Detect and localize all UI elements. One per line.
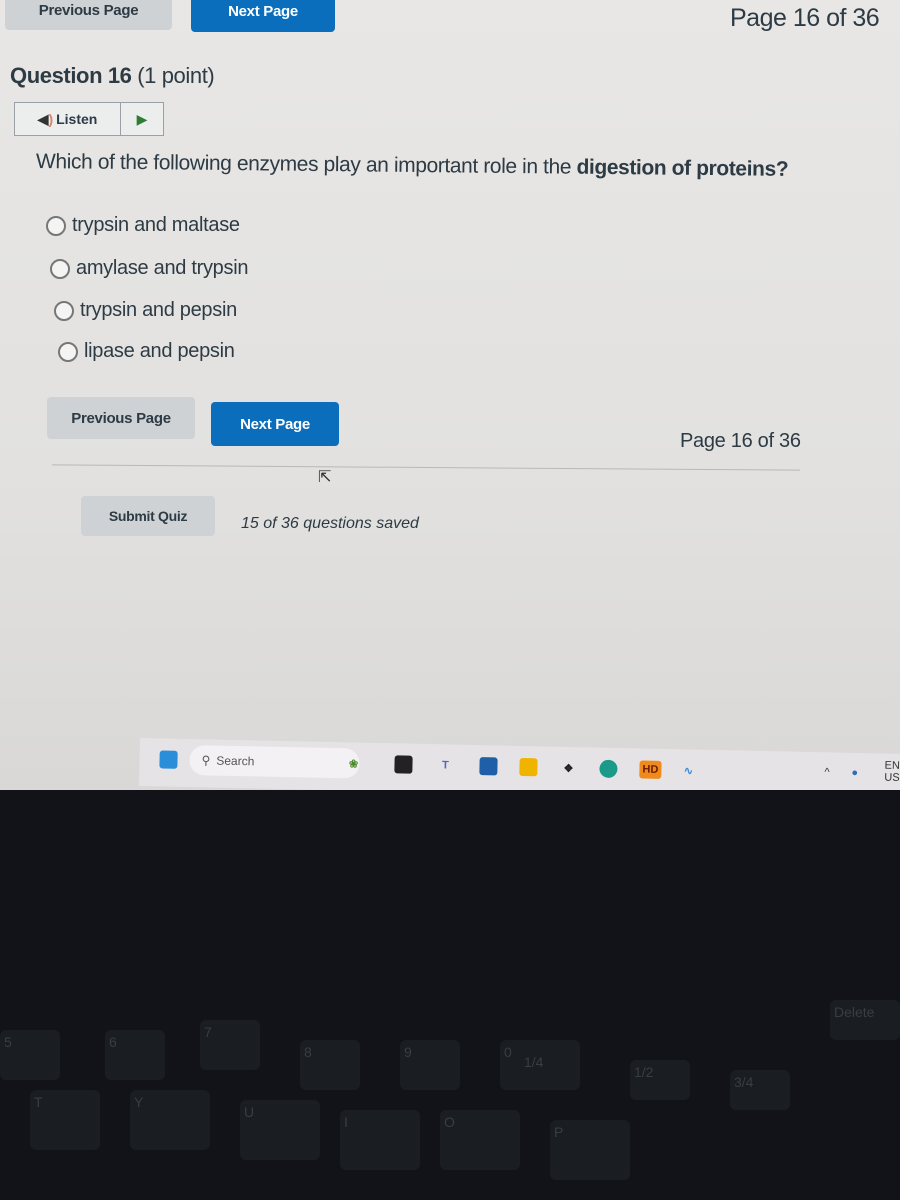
answer-option-label: trypsin and maltase [72,214,240,236]
question-text: Which of the following enzymes play an i… [36,150,788,182]
taskbar: ⚲ Search ❀ T ❖ HD ∿ ^ ● EN US [138,738,900,790]
question-text-bold: digestion of proteins? [576,155,789,181]
network-icon[interactable]: ● [851,767,858,779]
keyboard-key: T [30,1090,100,1150]
keyboard-key: 8 [300,1040,360,1090]
laptop-keyboard: 5 6 7 8 9 0 T Y U I O P 1/4 1/2 3/4 Dele… [0,790,900,1200]
plant-widget-icon[interactable]: ❀ [344,754,362,772]
play-icon: ▶ [136,110,148,127]
language-top: EN [884,759,900,772]
listen-control: ◀) Listen ▶ [14,102,164,136]
tray-chevron-icon[interactable]: ^ [824,766,829,778]
keyboard-key: 7 [200,1020,260,1070]
keyboard-key: 5 [0,1030,60,1080]
answer-option[interactable]: amylase and trypsin [50,257,248,280]
answer-option-label: amylase and trypsin [76,257,249,279]
store-icon[interactable] [479,757,498,776]
mouse-cursor-icon: ⇱ [318,469,332,486]
radio-button[interactable] [50,258,70,279]
answer-option[interactable]: lipase and pepsin [58,340,235,363]
keyboard-key: O [440,1110,520,1170]
answer-option-label: lipase and pepsin [84,340,235,362]
dropbox-icon[interactable]: ❖ [559,759,577,777]
language-bottom: US [884,771,900,784]
quiz-screen: Previous Page Next Page Page 16 of 36 Qu… [0,0,900,790]
edge-icon[interactable] [599,759,618,779]
search-icon: ⚲ [201,753,211,768]
page-indicator: Page 16 of 36 [680,430,801,452]
listen-label: Listen [56,111,98,127]
divider [52,464,800,471]
radio-button[interactable] [54,300,74,321]
teams-icon[interactable]: T [436,756,454,774]
keyboard-key: Y [130,1090,210,1150]
keyboard-key: 9 [400,1040,460,1090]
dolphin-app-icon[interactable]: ∿ [679,761,697,779]
hd-app-icon[interactable]: HD [639,760,662,779]
play-button[interactable]: ▶ [121,103,163,135]
page-indicator-top: Page 16 of 36 [730,4,880,32]
keyboard-key: I [340,1110,420,1170]
windows-start-icon[interactable] [159,750,178,769]
taskbar-search[interactable]: ⚲ Search [189,745,360,779]
question-text-plain: Which of the following enzymes play an i… [35,150,577,179]
answer-option[interactable]: trypsin and maltase [46,214,240,237]
keyboard-key: 6 [105,1030,165,1080]
listen-button[interactable]: ◀) Listen [15,103,121,135]
next-page-button[interactable]: Next Page [211,402,339,446]
submit-quiz-button[interactable]: Submit Quiz [81,496,215,536]
keyboard-key: 1/2 [630,1060,690,1100]
keyboard-key: 3/4 [730,1070,790,1110]
keyboard-key: U [240,1100,320,1160]
search-placeholder: Search [216,753,255,769]
task-view-icon[interactable] [394,755,413,774]
keyboard-key: P [550,1120,630,1180]
question-title: Question 16 (1 point) [10,63,215,89]
saved-status: 15 of 36 questions saved [241,515,419,532]
previous-page-button[interactable]: Previous Page [47,397,195,439]
previous-page-button-top[interactable]: Previous Page [5,0,172,30]
file-explorer-icon[interactable] [519,757,538,777]
answer-option-label: trypsin and pepsin [80,299,237,321]
answer-option[interactable]: trypsin and pepsin [54,299,237,322]
speaker-icon: ◀) [37,110,54,127]
keyboard-key: Delete [830,1000,900,1040]
radio-button[interactable] [58,341,78,362]
language-indicator[interactable]: EN US [884,760,900,784]
question-number: Question 16 [10,63,132,88]
question-points: (1 point) [137,63,215,88]
radio-button[interactable] [46,215,66,236]
next-page-button-top[interactable]: Next Page [191,0,335,32]
keyboard-key: 1/4 [520,1050,580,1090]
hd-badge: HD [642,763,659,776]
